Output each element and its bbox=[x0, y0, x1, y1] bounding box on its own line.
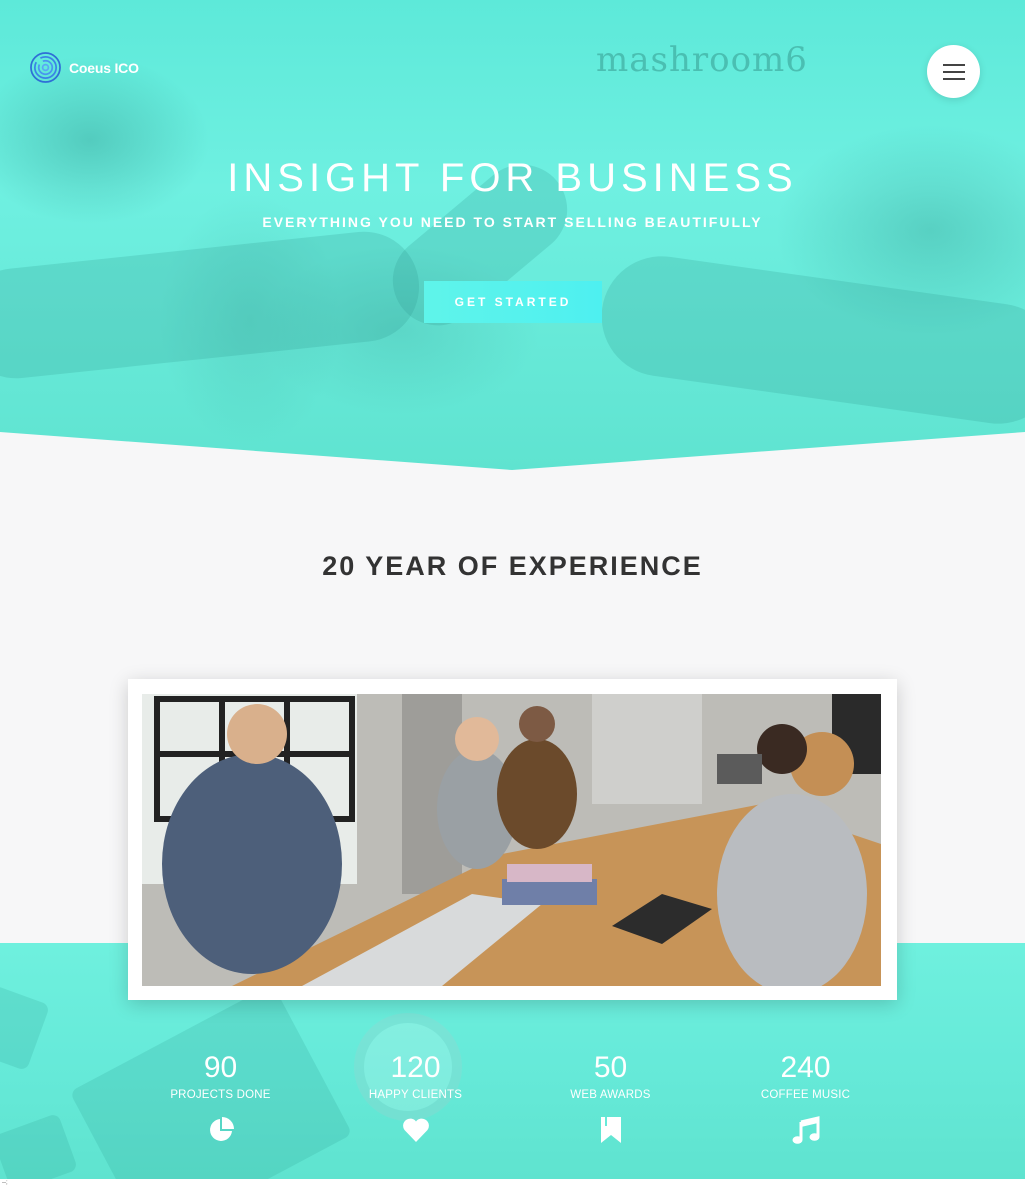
hero-bottom-divider bbox=[0, 432, 1025, 470]
section-title: 20 YEAR OF EXPERIENCE bbox=[322, 551, 703, 581]
stat-value: 90 bbox=[203, 1051, 238, 1084]
menu-button[interactable] bbox=[927, 45, 980, 98]
stat-label: PROJECTS DONE bbox=[170, 1089, 271, 1101]
get-started-button[interactable]: GET STARTED bbox=[424, 281, 602, 323]
stat-label: WEB AWARDS bbox=[570, 1089, 651, 1101]
bookmark-icon bbox=[513, 1115, 708, 1145]
hero-title: INSIGHT FOR BUSINESS bbox=[227, 156, 798, 200]
stat-label: COFFEE MUSIC bbox=[760, 1089, 851, 1101]
stats-row: 90 PROJECTS DONE 120 HAPPY CLIENTS 50 WE… bbox=[123, 1051, 903, 1145]
stat-clients: 120 HAPPY CLIENTS bbox=[318, 1051, 513, 1145]
stat-awards: 50 WEB AWARDS bbox=[513, 1051, 708, 1145]
hamburger-icon-line bbox=[942, 63, 965, 66]
footer-mark: --; bbox=[2, 1180, 8, 1186]
stat-projects: 90 PROJECTS DONE bbox=[123, 1051, 318, 1145]
pie-chart-icon bbox=[123, 1115, 318, 1145]
team-meeting-photo bbox=[142, 694, 881, 994]
hero-section: mashroom6 Coeus ICO INSIGHT FOR BUSINESS… bbox=[0, 0, 1025, 470]
stat-value: 120 bbox=[390, 1051, 441, 1084]
brand-logo[interactable]: Coeus ICO bbox=[30, 52, 139, 83]
team-photo-frame bbox=[128, 679, 897, 1000]
hamburger-icon-line bbox=[942, 77, 965, 80]
stat-label: HAPPY CLIENTS bbox=[368, 1089, 463, 1101]
brand-name: Coeus ICO bbox=[69, 59, 139, 76]
heart-icon bbox=[318, 1115, 513, 1145]
music-note-icon bbox=[708, 1115, 903, 1145]
stat-coffee: 240 COFFEE MUSIC bbox=[708, 1051, 903, 1145]
stat-value: 50 bbox=[593, 1051, 628, 1084]
hamburger-icon-line bbox=[942, 70, 965, 73]
hero-subtitle: EVERYTHING YOU NEED TO START SELLING BEA… bbox=[262, 214, 763, 230]
fingerprint-icon bbox=[30, 52, 61, 83]
footer-strip bbox=[0, 1179, 1025, 1192]
stat-value: 240 bbox=[780, 1051, 831, 1084]
